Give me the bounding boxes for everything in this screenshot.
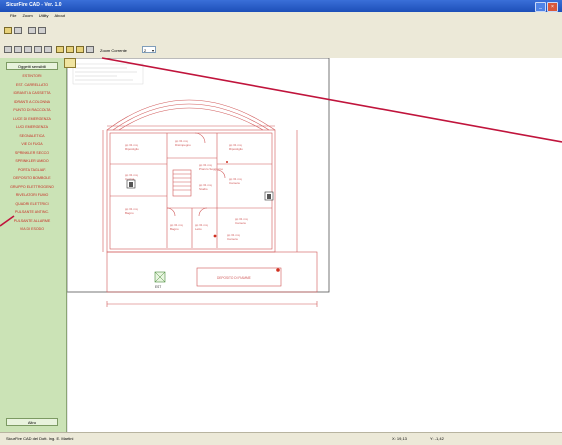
symbol-label: EST [155,285,161,289]
sidebar: Oggetti sensibili ESTINTORI EST. CARRELLA… [0,58,67,432]
room-label: Disimpegno [175,143,191,147]
grid-icon[interactable] [66,46,74,53]
sidebar-item[interactable]: IDRANTI A CASSETTA [6,89,58,97]
sidebar-item[interactable]: EST. CARRELLATO [6,81,58,89]
sidebar-item[interactable]: ESTINTORI [6,72,58,80]
save-icon[interactable] [14,27,22,34]
menu-bar: File Zoom Utility About [0,12,562,20]
sidebar-item[interactable]: PULSANTE ALLARME [6,217,58,225]
status-credits: SicurFire CAD del Dott. Ing. E. Martini [6,436,74,441]
chevron-down-icon: ▾ [151,48,154,53]
sidebar-item[interactable]: SEGNALETICA [6,132,58,140]
room-label: Bagno [170,227,179,231]
sidebar-item[interactable]: PORTA TAGLIAF. [6,166,58,174]
sidebar-item[interactable]: LUCE DI EMERGENZA [6,115,58,123]
altro-button[interactable]: Altro [6,418,58,426]
cut-icon[interactable] [28,27,36,34]
copy-icon[interactable] [38,27,46,34]
main-toolbar: Arial▾ B I Calibrazione Crea Legenda Mos… [0,20,562,54]
layer-icon[interactable] [56,46,64,53]
room-label: Letto [195,227,202,231]
room-label: Camera [229,181,240,185]
pan-icon[interactable] [14,46,22,53]
floor-plan: pp 31 mqRipostigliopp 31 mqDisimpegno pp … [67,58,330,432]
status-bar: SicurFire CAD del Dott. Ing. E. Martini … [0,432,562,445]
extinguisher-glyph [267,194,271,199]
drawing-canvas[interactable]: pp 31 mq Ripostiglio pp 31 mq Disimpegno pp … [67,58,562,432]
sidebar-item[interactable]: SPRINKLER SECCO [6,149,58,157]
sidebar-item[interactable]: LUCI EMERGENZA [6,123,58,131]
zoom-value: 2 [144,48,147,53]
window-title: SicurFire CAD - Ver. 1.0 [6,2,62,8]
refresh-icon[interactable] [76,46,84,53]
room-label: Camera [227,237,238,241]
alarm-marker [213,234,217,238]
zoom-window-icon[interactable] [44,46,52,53]
sidebar-item[interactable]: VIE DI FUGA [6,140,58,148]
menu-utility[interactable]: Utility [39,12,49,20]
room-label: Bagno [125,211,134,215]
select-icon[interactable] [4,46,12,53]
window-controls: _ × [535,2,558,12]
open-folder-icon[interactable] [4,27,12,34]
sidebar-item[interactable]: PUNTO DI RACCOLTA [6,106,58,114]
menu-file[interactable]: File [10,12,16,20]
deposit-label: DEPOSITO DI FIAMME [217,276,251,280]
pencil-icon[interactable] [64,58,76,68]
room-label: Camera [235,221,246,225]
sidebar-item[interactable]: GRUPPO ELETTROGENO [6,183,58,191]
sidebar-item[interactable]: QUADRI ELETTRICI [6,200,58,208]
status-x: X: 19,13 [392,436,407,441]
status-y: Y: -1,42 [430,436,444,441]
title-bar: SicurFire CAD - Ver. 1.0 _ × [0,0,562,12]
sidebar-item[interactable]: PULSANTE ANTINC. [6,208,58,216]
room-label: Ripostiglio [125,147,139,151]
minimize-button[interactable]: _ [535,2,546,12]
close-button[interactable]: × [547,2,558,12]
room-label: Ripostiglio [229,147,243,151]
sidebar-header: Oggetti sensibili [6,62,58,70]
zoom-toolbar: Zoom Corrente 2 ▾ [0,42,562,59]
sidebar-item[interactable]: VIA DI ESODO [6,225,58,233]
zoom-label: Zoom Corrente [100,48,127,53]
alarm-marker [276,268,280,272]
alarm-marker [226,161,228,163]
menu-zoom[interactable]: Zoom [22,12,32,20]
menu-about[interactable]: About [54,12,64,20]
zoom-in-icon[interactable] [24,46,32,53]
paper-border [67,58,330,293]
sidebar-item[interactable]: RIVELATORI FUMO [6,191,58,199]
room-label: Pranzo Soggiorno [199,167,223,171]
extinguisher-glyph [129,182,133,187]
sidebar-item[interactable]: DEPOSITO BOMBOLE [6,174,58,182]
print-icon[interactable] [86,46,94,53]
sidebar-item[interactable]: IDRANTI A COLONNA [6,98,58,106]
room-label: Studio [199,187,208,191]
zoom-select[interactable]: 2 ▾ [142,46,156,53]
sidebar-item[interactable]: SPRINKLER UMIDO [6,157,58,165]
zoom-out-icon[interactable] [34,46,42,53]
